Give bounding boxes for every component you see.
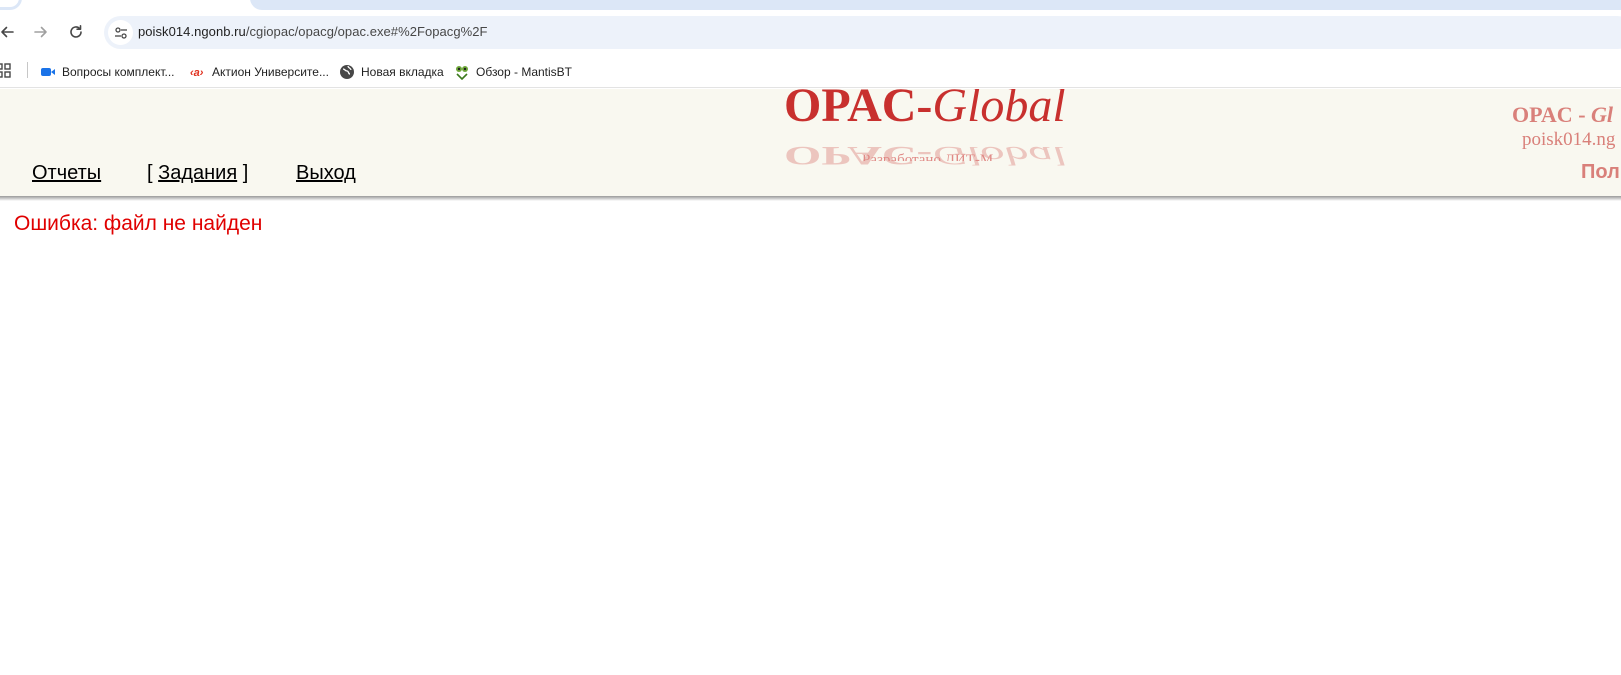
header-shadow	[0, 196, 1621, 201]
menu-reports: Отчеты	[32, 162, 101, 185]
exit-link[interactable]: Выход	[296, 162, 356, 184]
site-info-button[interactable]	[108, 20, 133, 45]
tab-strip	[0, 0, 1621, 12]
tasks-bracket-open: [	[147, 162, 159, 184]
bookmarks-bar: Вопросы комплект... ‹a› Актион Университ…	[0, 56, 1621, 88]
mantis-icon	[454, 64, 470, 80]
forward-button[interactable]	[27, 18, 55, 46]
active-tab[interactable]	[250, 0, 1621, 10]
reload-icon	[70, 25, 82, 38]
developer-caption: Разработано ЛИТ-М	[862, 152, 994, 161]
bookmarks-separator	[27, 62, 28, 78]
arrow-right-icon	[34, 26, 47, 38]
logo-text: OPAC-Global	[784, 89, 1066, 131]
reload-button[interactable]	[62, 18, 90, 46]
arrow-left-icon	[1, 26, 14, 38]
url-text[interactable]: poisk014.ngonb.ru/cgiopac/opacg/opac.exe…	[138, 24, 488, 39]
back-button[interactable]	[0, 18, 21, 46]
tune-icon	[114, 26, 127, 39]
menu-exit: Выход	[296, 162, 356, 185]
reports-link[interactable]: Отчеты	[32, 162, 101, 184]
logo-part-opac: OPAC-	[784, 89, 933, 132]
apps-grid-icon[interactable]	[0, 63, 12, 84]
url-path: /cgiopac/opacg/opac.exe#%2Fopacg%2F	[245, 24, 488, 39]
bookmark-label: Обзор - MantisBT	[476, 65, 572, 79]
right-title-part1: OPAC -	[1512, 102, 1592, 127]
address-bar[interactable]: poisk014.ngonb.ru/cgiopac/opacg/opac.exe…	[104, 16, 1621, 49]
right-title: OPAC - Gl	[1512, 102, 1613, 128]
bookmark-item[interactable]: Обзор - MantisBT	[454, 61, 572, 83]
bookmark-label: Актион Университе...	[212, 65, 329, 79]
tasks-link[interactable]: Задания	[158, 162, 237, 184]
error-message: Ошибка: файл не найден	[14, 212, 263, 235]
aktion-logo-icon: ‹a›	[190, 64, 206, 80]
logo-part-global: Global	[932, 89, 1066, 132]
url-host: poisk014.ngonb.ru	[138, 24, 246, 39]
bookmark-label: Новая вкладка	[361, 65, 444, 79]
bookmark-label: Вопросы комплект...	[62, 65, 175, 79]
tasks-bracket-close: ]	[237, 162, 249, 184]
tab-edge[interactable]	[0, 0, 22, 10]
svg-text:‹a›: ‹a›	[190, 67, 204, 78]
bookmark-item[interactable]: Новая вкладка	[339, 61, 444, 83]
right-host: poisk014.ng	[1522, 129, 1616, 150]
bookmark-item[interactable]: Вопросы комплект...	[40, 61, 175, 83]
right-title-part2: Gl	[1591, 102, 1614, 127]
globe-icon	[339, 64, 355, 80]
browser-toolbar: poisk014.ngonb.ru/cgiopac/opacg/opac.exe…	[0, 12, 1621, 56]
page-header: OPAC-Global OPAC-Global Разработано ЛИТ-…	[0, 89, 1621, 196]
menu-tasks: [ Задания ]	[147, 162, 248, 185]
right-user-label: Пол	[1581, 161, 1620, 183]
video-camera-icon	[40, 64, 56, 80]
bookmark-item[interactable]: ‹a› Актион Университе...	[190, 61, 329, 83]
